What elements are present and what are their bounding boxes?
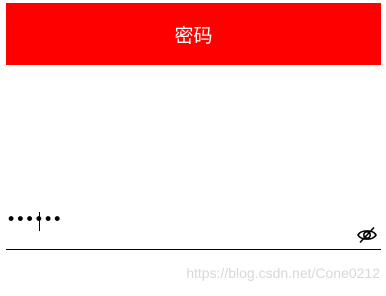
eye-off-icon [357, 226, 377, 244]
password-input[interactable] [6, 205, 351, 235]
text-cursor [39, 212, 40, 231]
page: 密码 https://blog.csdn.net/Cone0212 [0, 0, 386, 296]
page-title: 密码 [174, 24, 213, 47]
title-bar: 密码 [6, 3, 381, 65]
toggle-password-visibility-button[interactable] [356, 224, 378, 246]
password-field [6, 205, 381, 253]
watermark: https://blog.csdn.net/Cone0212 [186, 265, 380, 281]
input-underline [6, 249, 381, 250]
